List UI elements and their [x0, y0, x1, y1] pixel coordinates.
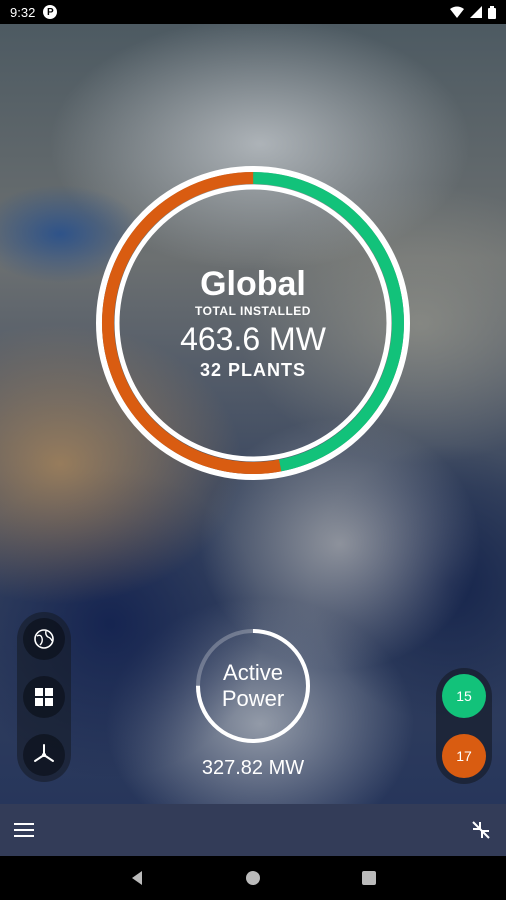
grid-button[interactable]	[23, 676, 65, 718]
map-background[interactable]: Global TOTAL INSTALLED 463.6 MW 32 PLANT…	[0, 24, 506, 804]
signal-icon	[470, 6, 482, 18]
notification-badge: P	[43, 5, 58, 19]
active-power-value: 327.82 MW	[201, 757, 305, 779]
wind-turbine-icon	[34, 744, 54, 762]
global-summary-ring[interactable]: Global TOTAL INSTALLED 463.6 MW 32 PLANT…	[96, 166, 410, 480]
summary-plants: 32 PLANTS	[199, 359, 307, 380]
summary-title: Global	[200, 264, 306, 303]
bottom-bar	[0, 804, 506, 856]
status-time: 9:32	[10, 4, 36, 20]
globe-icon	[34, 629, 54, 649]
battery-icon	[488, 5, 496, 19]
active-power-gauge[interactable]: Active Power	[193, 626, 313, 746]
recents-icon[interactable]	[361, 871, 376, 885]
system-nav-bar	[0, 856, 506, 900]
home-icon[interactable]	[245, 870, 261, 886]
summary-subtitle: TOTAL INSTALLED	[195, 303, 311, 318]
menu-icon[interactable]	[14, 822, 34, 838]
active-power-label-line1: Active	[223, 660, 283, 685]
wifi-icon	[450, 6, 464, 18]
status-count-green[interactable]: 15	[442, 674, 486, 718]
wind-turbine-button[interactable]	[23, 734, 65, 776]
globe-button[interactable]	[23, 618, 65, 660]
status-count-panel: 15 17	[436, 668, 492, 784]
summary-capacity: 463.6 MW	[180, 320, 326, 357]
back-icon[interactable]	[130, 870, 144, 886]
collapse-icon[interactable]	[470, 819, 492, 841]
left-toolbar	[17, 612, 71, 782]
active-power-label-line2: Power	[221, 686, 285, 711]
status-count-orange[interactable]: 17	[442, 734, 486, 778]
grid-icon	[35, 688, 53, 706]
status-bar: 9:32 P	[0, 0, 506, 24]
